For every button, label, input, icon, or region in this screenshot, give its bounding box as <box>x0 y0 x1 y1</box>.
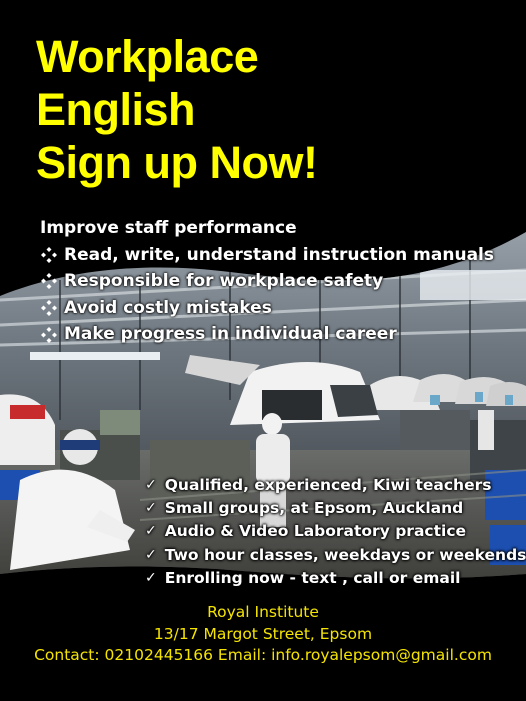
benefit-text: Make progress in individual career <box>64 324 397 345</box>
benefits-intro: Improve staff performance <box>40 218 297 238</box>
checkmark-icon: ✓ <box>145 523 157 540</box>
headline-line-3: Sign up Now! <box>36 137 318 188</box>
features-list: ✓ Qualified, experienced, Kiwi teachers … <box>145 474 526 590</box>
headline: Workplace English Sign up Now! <box>36 30 318 189</box>
benefit-text: Avoid costly mistakes <box>64 297 272 318</box>
institute-address: 13/17 Margot Street, Epsom <box>153 624 373 643</box>
four-diamond-icon <box>41 273 57 290</box>
four-diamond-icon <box>41 326 57 343</box>
feature-text: Small groups, at Epsom, Auckland <box>164 499 464 518</box>
checkmark-icon: ✓ <box>145 569 157 586</box>
feature-text: Two hour classes, weekdays or weekends <box>164 545 526 564</box>
feature-text: Audio & Video Laboratory practice <box>164 522 467 541</box>
benefits-list: Improve staff performance Read, write, u… <box>40 215 494 348</box>
headline-line-2: English <box>36 84 196 135</box>
feature-text: Qualified, experienced, Kiwi teachers <box>164 476 492 494</box>
benefit-item: Avoid costly mistakes <box>40 295 494 322</box>
feature-item: ✓ Enrolling now - text , call or email <box>145 567 526 590</box>
benefit-text: Responsible for workplace safety <box>64 271 384 292</box>
feature-item: ✓ Small groups, at Epsom, Auckland <box>145 497 526 520</box>
institute-name: Royal Institute <box>207 603 319 621</box>
checkmark-icon: ✓ <box>145 500 157 517</box>
contact-footer: Royal Institute 13/17 Margot Street, Eps… <box>0 602 526 667</box>
checkmark-icon: ✓ <box>145 546 157 563</box>
four-diamond-icon <box>41 246 57 263</box>
benefit-item: Read, write, understand instruction manu… <box>40 242 494 269</box>
checkmark-icon: ✓ <box>145 477 157 493</box>
feature-item: ✓ Two hour classes, weekdays or weekends <box>145 544 526 567</box>
benefit-item: Responsible for workplace safety <box>40 268 494 295</box>
feature-text: Enrolling now - text , call or email <box>164 568 461 587</box>
feature-item: ✓ Qualified, experienced, Kiwi teachers <box>145 474 526 497</box>
contact-line: Contact: 02102445166 Email: info.royalep… <box>34 646 492 664</box>
four-diamond-icon <box>41 300 57 317</box>
benefit-text: Read, write, understand instruction manu… <box>64 244 494 265</box>
benefit-item: Make progress in individual career <box>40 321 494 348</box>
poster: Workplace English Sign up Now! Improve s… <box>0 0 526 701</box>
feature-item: ✓ Audio & Video Laboratory practice <box>145 520 526 543</box>
headline-line-1: Workplace <box>36 31 259 82</box>
